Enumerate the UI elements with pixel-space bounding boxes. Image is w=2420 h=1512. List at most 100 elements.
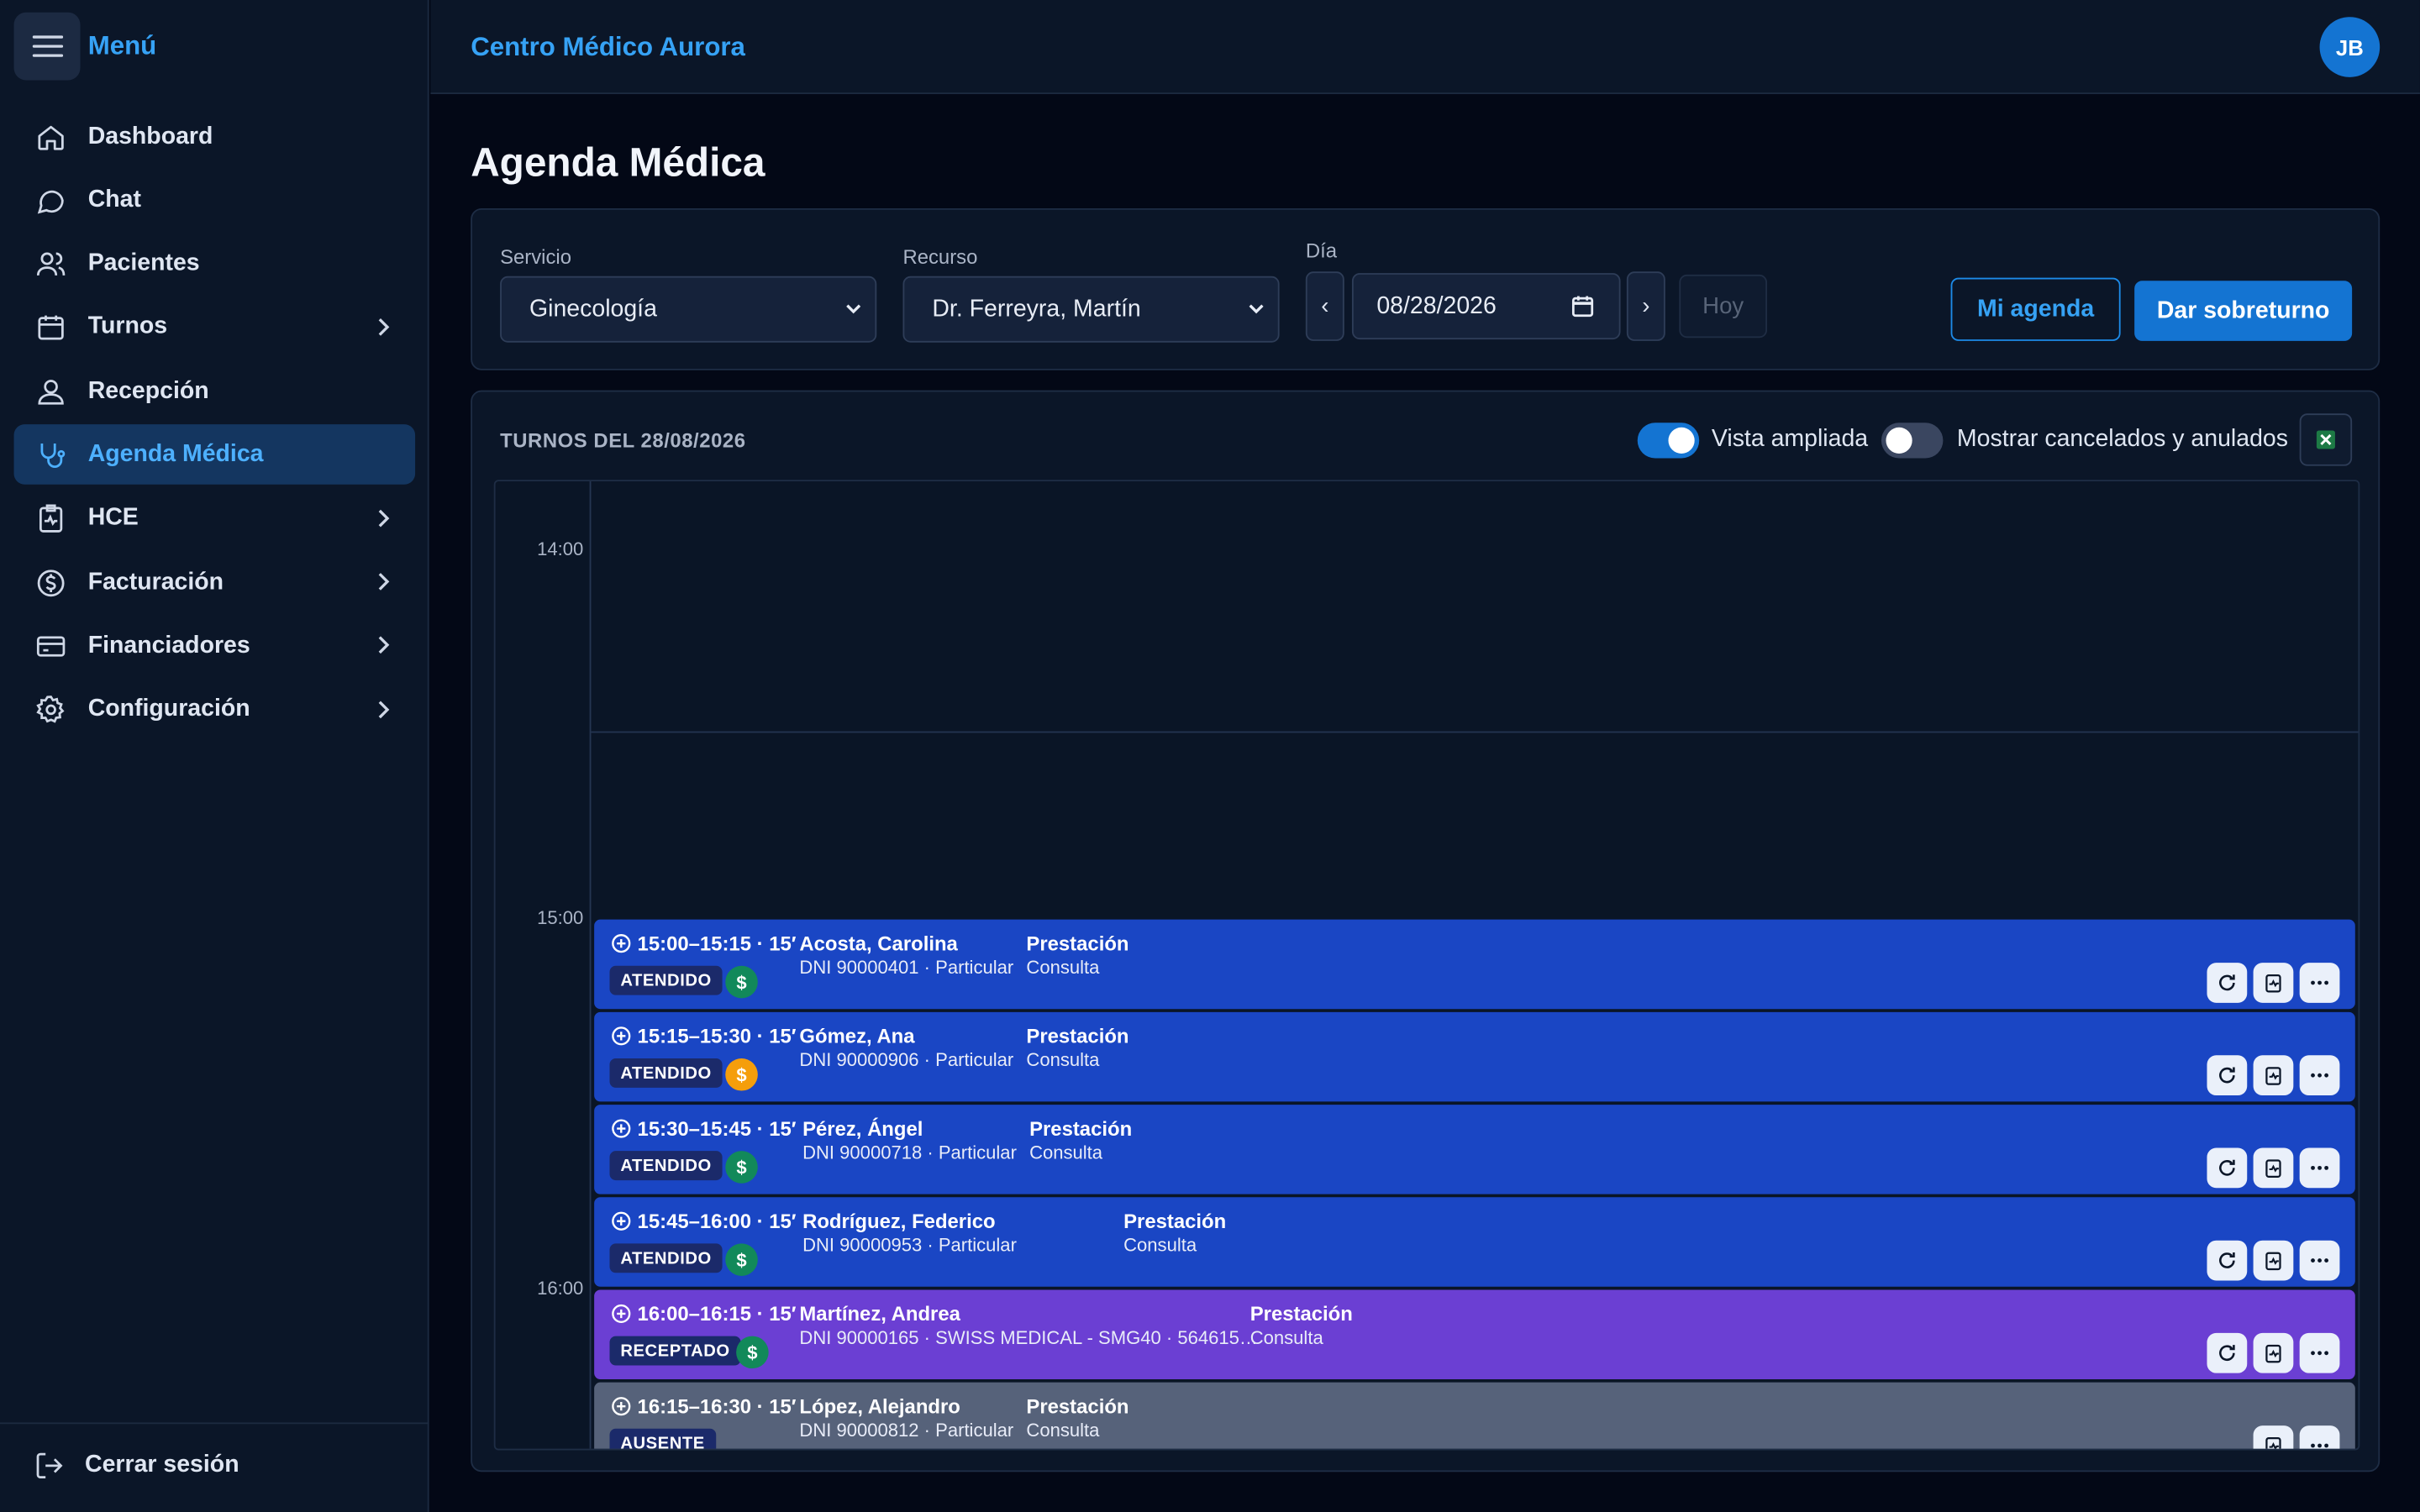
- appointment-actions: [2207, 1332, 2340, 1373]
- sidebar-item-turnos[interactable]: Turnos: [14, 297, 416, 358]
- dar-sobreturno-button[interactable]: Dar sobreturno: [2134, 281, 2353, 341]
- clinical-record-button[interactable]: [2253, 1332, 2294, 1373]
- menu-toggle-button[interactable]: [13, 12, 81, 81]
- recurso-select[interactable]: Dr. Ferreyra, Martín: [902, 276, 1280, 343]
- reschedule-button[interactable]: [2207, 963, 2248, 1003]
- page-title: Agenda Médica: [471, 139, 765, 186]
- reschedule-button[interactable]: [2207, 1147, 2248, 1189]
- toggle-knob: [1886, 427, 1912, 454]
- time-gutter: 14:00 15:00 16:00: [496, 481, 592, 1449]
- payment-status-icon[interactable]: $: [725, 1058, 758, 1091]
- brand-name[interactable]: Centro Médico Aurora: [471, 33, 745, 64]
- appointment-time: 15:15–15:30 · 15′: [611, 1025, 796, 1047]
- more-options-button[interactable]: [2299, 1425, 2340, 1449]
- appointment-card[interactable]: 15:30–15:45 · 15′ ATENDIDO $ Pérez, Ánge…: [594, 1105, 2355, 1194]
- patient-name[interactable]: Pérez, Ángel: [802, 1117, 923, 1141]
- appointment-card[interactable]: 15:45–16:00 · 15′ ATENDIDO $ Rodríguez, …: [594, 1197, 2355, 1287]
- appointment-card[interactable]: 16:00–16:15 · 15′ RECEPTADO $ Martínez, …: [594, 1289, 2355, 1380]
- today-button[interactable]: Hoy: [1679, 274, 1768, 339]
- more-options-button[interactable]: [2299, 1332, 2340, 1373]
- servicio-select[interactable]: Ginecología: [500, 276, 877, 343]
- reschedule-button[interactable]: [2207, 1332, 2248, 1373]
- time-text: 15:30–15:45 · 15′: [637, 1116, 797, 1141]
- appointment-card[interactable]: 16:15–16:30 · 15′ AUSENTE López, Alejand…: [594, 1382, 2355, 1449]
- payment-status-icon[interactable]: $: [725, 1243, 758, 1276]
- sidebar-item-label: Dashboard: [87, 123, 213, 150]
- payment-status-icon[interactable]: $: [725, 965, 758, 999]
- avatar[interactable]: JB: [2319, 17, 2381, 77]
- plus-circle-icon: [612, 1026, 631, 1046]
- mostrar-cancelados-label: Mostrar cancelados y anulados: [1956, 425, 2288, 453]
- sidebar-item-label: Chat: [87, 186, 141, 213]
- clipboard-pulse-icon: [2265, 974, 2281, 993]
- plus-circle-icon: [612, 934, 631, 953]
- recurso-value: Dr. Ferreyra, Martín: [932, 295, 1141, 322]
- appointment-time: 15:45–16:00 · 15′: [611, 1210, 796, 1233]
- more-horizontal-icon: [2311, 1165, 2329, 1170]
- prev-day-button[interactable]: ‹: [1305, 271, 1344, 341]
- time-text: 15:00–15:15 · 15′: [637, 932, 797, 955]
- clinical-record-button[interactable]: [2253, 1240, 2294, 1281]
- more-horizontal-icon: [2311, 1073, 2329, 1078]
- sidebar-item-agenda-medica[interactable]: Agenda Médica: [13, 424, 416, 486]
- patient-name[interactable]: Rodríguez, Federico: [802, 1210, 996, 1233]
- patient-name[interactable]: Gómez, Ana: [799, 1025, 914, 1048]
- refresh-icon: [2219, 974, 2235, 991]
- divider: [0, 1422, 429, 1425]
- appointment-actions: [2207, 1055, 2340, 1096]
- chevron-right-icon: [378, 573, 390, 591]
- clinical-record-button[interactable]: [2253, 1055, 2294, 1096]
- clipboard-pulse-icon: [2265, 1252, 2281, 1271]
- clinical-record-button[interactable]: [2253, 963, 2294, 1003]
- vista-ampliada-toggle[interactable]: [1637, 423, 1700, 459]
- sidebar-item-chat[interactable]: Chat: [14, 171, 416, 231]
- sidebar-item-label: Agenda Médica: [87, 441, 264, 468]
- sidebar-item-recepcion[interactable]: Recepción: [14, 361, 416, 422]
- sidebar-item-dashboard[interactable]: Dashboard: [14, 107, 416, 167]
- clinical-record-button[interactable]: [2253, 1147, 2294, 1189]
- sidebar-item-configuracion[interactable]: Configuración: [14, 680, 416, 740]
- sidebar-item-hce[interactable]: HCE: [14, 489, 416, 549]
- sidebar-item-pacientes[interactable]: Pacientes: [14, 234, 416, 294]
- prestacion-value: Consulta: [1029, 1142, 1103, 1163]
- calendar-icon[interactable]: [1571, 295, 1595, 318]
- more-horizontal-icon: [2311, 1443, 2329, 1448]
- chevron-down-icon: [1249, 304, 1264, 314]
- more-options-button[interactable]: [2299, 1055, 2340, 1096]
- calendar-icon: [34, 311, 67, 344]
- dia-label: Día: [1305, 239, 1338, 263]
- payment-status-icon[interactable]: $: [736, 1336, 769, 1369]
- more-options-button[interactable]: [2299, 1147, 2340, 1189]
- mi-agenda-button[interactable]: Mi agenda: [1950, 277, 2121, 341]
- refresh-icon: [2219, 1345, 2235, 1361]
- schedule-title: TURNOS DEL 28/08/2026: [500, 428, 746, 453]
- date-input[interactable]: 08/28/2026: [1351, 273, 1621, 340]
- appointment-actions: [2207, 1240, 2340, 1281]
- reschedule-button[interactable]: [2207, 1055, 2248, 1096]
- patient-name[interactable]: López, Alejandro: [799, 1394, 960, 1418]
- chat-icon: [34, 183, 67, 217]
- sidebar-item-facturacion[interactable]: Facturación: [14, 553, 416, 613]
- patient-name[interactable]: Martínez, Andrea: [799, 1302, 960, 1326]
- mostrar-cancelados-toggle[interactable]: [1881, 423, 1944, 459]
- reschedule-button[interactable]: [2207, 1240, 2248, 1281]
- clinical-record-button[interactable]: [2253, 1425, 2294, 1449]
- clipboard-pulse-icon: [2265, 1159, 2281, 1178]
- export-excel-button[interactable]: [2299, 413, 2353, 466]
- servicio-label: Servicio: [500, 245, 572, 269]
- refresh-icon: [2219, 1252, 2235, 1268]
- prestacion-title: Prestación: [1123, 1209, 1227, 1233]
- logout-icon: [36, 1452, 63, 1479]
- sidebar: Menú Dashboard Chat Pacientes Turnos Rec…: [0, 0, 429, 1512]
- sidebar-item-financiadores[interactable]: Financiadores: [14, 617, 416, 677]
- appointment-card[interactable]: 15:00–15:15 · 15′ ATENDIDO $ Acosta, Car…: [594, 919, 2355, 1010]
- logout-button[interactable]: Cerrar sesión: [34, 1450, 239, 1481]
- appointment-card[interactable]: 15:15–15:30 · 15′ ATENDIDO $ Gómez, Ana …: [594, 1011, 2355, 1102]
- payment-status-icon[interactable]: $: [725, 1151, 758, 1184]
- clipboard-pulse-icon: [2265, 1344, 2281, 1363]
- more-options-button[interactable]: [2299, 1240, 2340, 1281]
- appointment-actions: [2207, 1147, 2340, 1189]
- next-day-button[interactable]: ›: [1626, 271, 1665, 341]
- more-options-button[interactable]: [2299, 963, 2340, 1003]
- patient-name[interactable]: Acosta, Carolina: [799, 932, 957, 955]
